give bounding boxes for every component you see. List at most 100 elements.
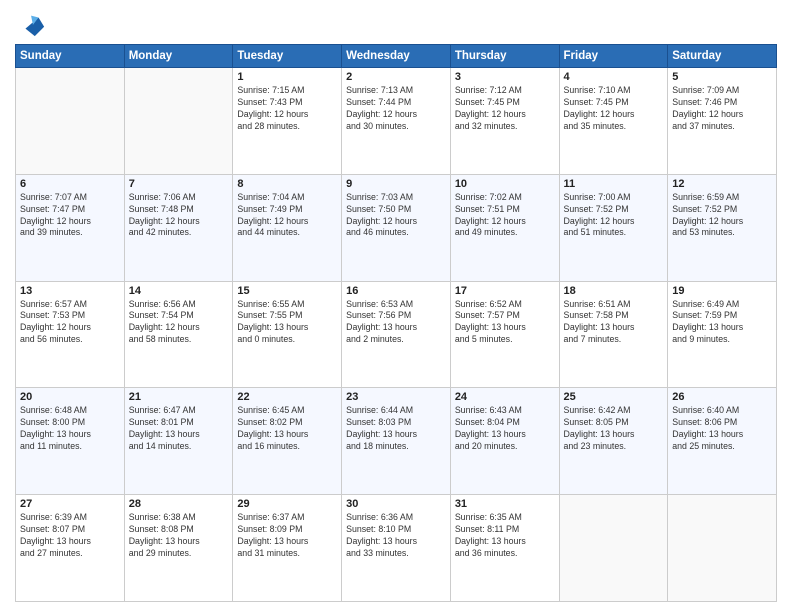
day-info: Sunrise: 6:48 AM Sunset: 8:00 PM Dayligh…	[20, 405, 120, 453]
day-number: 2	[346, 71, 446, 83]
calendar-cell: 28 Sunrise: 6:38 AM Sunset: 8:08 PM Dayli…	[124, 495, 233, 602]
day-number: 28	[129, 498, 229, 510]
calendar-header-friday: Friday	[559, 45, 668, 68]
day-number: 18	[564, 285, 664, 297]
day-number: 10	[455, 178, 555, 190]
calendar-cell: 26 Sunrise: 6:40 AM Sunset: 8:06 PM Dayli…	[668, 388, 777, 495]
day-info: Sunrise: 7:04 AM Sunset: 7:49 PM Dayligh…	[237, 192, 337, 240]
calendar-cell: 8 Sunrise: 7:04 AM Sunset: 7:49 PM Daylig…	[233, 174, 342, 281]
day-number: 12	[672, 178, 772, 190]
calendar-cell: 2 Sunrise: 7:13 AM Sunset: 7:44 PM Daylig…	[342, 68, 451, 175]
day-info: Sunrise: 6:52 AM Sunset: 7:57 PM Dayligh…	[455, 299, 555, 347]
calendar-table: SundayMondayTuesdayWednesdayThursdayFrid…	[15, 44, 777, 602]
calendar-cell: 22 Sunrise: 6:45 AM Sunset: 8:02 PM Dayli…	[233, 388, 342, 495]
calendar-header-tuesday: Tuesday	[233, 45, 342, 68]
logo-icon	[18, 10, 46, 38]
day-number: 25	[564, 391, 664, 403]
calendar-header-thursday: Thursday	[450, 45, 559, 68]
day-info: Sunrise: 7:15 AM Sunset: 7:43 PM Dayligh…	[237, 85, 337, 133]
day-info: Sunrise: 7:03 AM Sunset: 7:50 PM Dayligh…	[346, 192, 446, 240]
day-number: 19	[672, 285, 772, 297]
header	[15, 10, 777, 38]
calendar-cell: 21Sunrise: 6:47 AM Sunset: 8:01 PM Dayli…	[124, 388, 233, 495]
calendar-cell: 30 Sunrise: 6:36 AM Sunset: 8:10 PM Dayli…	[342, 495, 451, 602]
calendar-cell: 27 Sunrise: 6:39 AM Sunset: 8:07 PM Dayli…	[16, 495, 125, 602]
day-number: 11	[564, 178, 664, 190]
day-info: Sunrise: 6:59 AM Sunset: 7:52 PM Dayligh…	[672, 192, 772, 240]
calendar-cell: 11 Sunrise: 7:00 AM Sunset: 7:52 PM Dayli…	[559, 174, 668, 281]
day-info: Sunrise: 6:56 AM Sunset: 7:54 PM Dayligh…	[129, 299, 229, 347]
day-info: Sunrise: 6:35 AM Sunset: 8:11 PM Dayligh…	[455, 512, 555, 560]
calendar-cell: 29 Sunrise: 6:37 AM Sunset: 8:09 PM Dayli…	[233, 495, 342, 602]
calendar-week-row: 27 Sunrise: 6:39 AM Sunset: 8:07 PM Dayli…	[16, 495, 777, 602]
calendar-cell	[559, 495, 668, 602]
day-number: 1	[237, 71, 337, 83]
day-info: Sunrise: 6:40 AM Sunset: 8:06 PM Dayligh…	[672, 405, 772, 453]
day-number: 15	[237, 285, 337, 297]
day-info: Sunrise: 7:00 AM Sunset: 7:52 PM Dayligh…	[564, 192, 664, 240]
day-number: 7	[129, 178, 229, 190]
day-number: 27	[20, 498, 120, 510]
day-number: 26	[672, 391, 772, 403]
day-number: 20	[20, 391, 120, 403]
calendar-cell	[124, 68, 233, 175]
calendar-week-row: 1 Sunrise: 7:15 AM Sunset: 7:43 PM Daylig…	[16, 68, 777, 175]
calendar-cell: 5 Sunrise: 7:09 AM Sunset: 7:46 PM Daylig…	[668, 68, 777, 175]
calendar-cell: 16Sunrise: 6:53 AM Sunset: 7:56 PM Dayli…	[342, 281, 451, 388]
day-number: 4	[564, 71, 664, 83]
calendar-cell: 20 Sunrise: 6:48 AM Sunset: 8:00 PM Dayli…	[16, 388, 125, 495]
calendar-cell: 19 Sunrise: 6:49 AM Sunset: 7:59 PM Dayli…	[668, 281, 777, 388]
day-info: Sunrise: 6:55 AM Sunset: 7:55 PM Dayligh…	[237, 299, 337, 347]
calendar-cell: 13Sunrise: 6:57 AM Sunset: 7:53 PM Dayli…	[16, 281, 125, 388]
calendar-cell: 6 Sunrise: 7:07 AM Sunset: 7:47 PM Daylig…	[16, 174, 125, 281]
day-number: 31	[455, 498, 555, 510]
calendar-cell: 15 Sunrise: 6:55 AM Sunset: 7:55 PM Dayli…	[233, 281, 342, 388]
calendar-cell: 18Sunrise: 6:51 AM Sunset: 7:58 PM Dayli…	[559, 281, 668, 388]
day-info: Sunrise: 6:44 AM Sunset: 8:03 PM Dayligh…	[346, 405, 446, 453]
calendar-cell: 12 Sunrise: 6:59 AM Sunset: 7:52 PM Dayli…	[668, 174, 777, 281]
day-info: Sunrise: 6:38 AM Sunset: 8:08 PM Dayligh…	[129, 512, 229, 560]
day-info: Sunrise: 6:57 AM Sunset: 7:53 PM Dayligh…	[20, 299, 120, 347]
calendar-cell: 4 Sunrise: 7:10 AM Sunset: 7:45 PM Daylig…	[559, 68, 668, 175]
day-info: Sunrise: 7:12 AM Sunset: 7:45 PM Dayligh…	[455, 85, 555, 133]
day-number: 30	[346, 498, 446, 510]
day-info: Sunrise: 6:36 AM Sunset: 8:10 PM Dayligh…	[346, 512, 446, 560]
calendar-week-row: 20 Sunrise: 6:48 AM Sunset: 8:00 PM Dayli…	[16, 388, 777, 495]
day-info: Sunrise: 7:10 AM Sunset: 7:45 PM Dayligh…	[564, 85, 664, 133]
day-number: 3	[455, 71, 555, 83]
calendar-cell: 17 Sunrise: 6:52 AM Sunset: 7:57 PM Dayli…	[450, 281, 559, 388]
calendar-header-monday: Monday	[124, 45, 233, 68]
calendar-cell: 9Sunrise: 7:03 AM Sunset: 7:50 PM Daylig…	[342, 174, 451, 281]
calendar-header-sunday: Sunday	[16, 45, 125, 68]
day-number: 17	[455, 285, 555, 297]
day-info: Sunrise: 6:39 AM Sunset: 8:07 PM Dayligh…	[20, 512, 120, 560]
calendar-header-saturday: Saturday	[668, 45, 777, 68]
day-info: Sunrise: 7:02 AM Sunset: 7:51 PM Dayligh…	[455, 192, 555, 240]
day-number: 22	[237, 391, 337, 403]
calendar-cell: 24 Sunrise: 6:43 AM Sunset: 8:04 PM Dayli…	[450, 388, 559, 495]
day-number: 6	[20, 178, 120, 190]
calendar-header-wednesday: Wednesday	[342, 45, 451, 68]
page: SundayMondayTuesdayWednesdayThursdayFrid…	[0, 0, 792, 612]
day-info: Sunrise: 6:37 AM Sunset: 8:09 PM Dayligh…	[237, 512, 337, 560]
day-info: Sunrise: 6:45 AM Sunset: 8:02 PM Dayligh…	[237, 405, 337, 453]
day-info: Sunrise: 7:07 AM Sunset: 7:47 PM Dayligh…	[20, 192, 120, 240]
calendar-cell: 14Sunrise: 6:56 AM Sunset: 7:54 PM Dayli…	[124, 281, 233, 388]
day-number: 24	[455, 391, 555, 403]
day-number: 16	[346, 285, 446, 297]
day-number: 23	[346, 391, 446, 403]
calendar-cell	[668, 495, 777, 602]
day-info: Sunrise: 7:13 AM Sunset: 7:44 PM Dayligh…	[346, 85, 446, 133]
calendar-cell: 23 Sunrise: 6:44 AM Sunset: 8:03 PM Dayli…	[342, 388, 451, 495]
calendar-cell: 31 Sunrise: 6:35 AM Sunset: 8:11 PM Dayli…	[450, 495, 559, 602]
day-number: 5	[672, 71, 772, 83]
day-number: 29	[237, 498, 337, 510]
day-info: Sunrise: 6:49 AM Sunset: 7:59 PM Dayligh…	[672, 299, 772, 347]
day-info: Sunrise: 6:43 AM Sunset: 8:04 PM Dayligh…	[455, 405, 555, 453]
calendar-cell: 7 Sunrise: 7:06 AM Sunset: 7:48 PM Daylig…	[124, 174, 233, 281]
day-info: Sunrise: 7:09 AM Sunset: 7:46 PM Dayligh…	[672, 85, 772, 133]
day-number: 8	[237, 178, 337, 190]
day-number: 21	[129, 391, 229, 403]
calendar-cell	[16, 68, 125, 175]
day-info: Sunrise: 7:06 AM Sunset: 7:48 PM Dayligh…	[129, 192, 229, 240]
